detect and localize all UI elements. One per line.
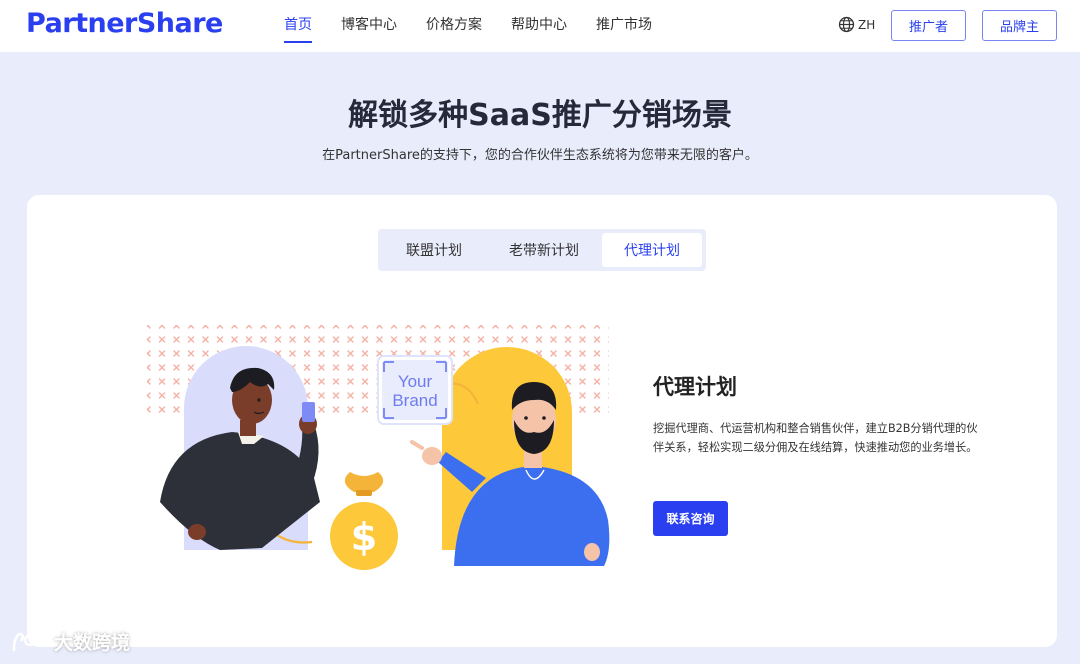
language-label: ZH [858,17,876,32]
brand-owner-button[interactable]: 品牌主 [982,10,1057,41]
page-title: 解锁多种SaaS推广分销场景 [348,98,732,133]
tab-affiliate[interactable]: 联盟计划 [382,233,486,267]
watermark-text: 大数跨境 [54,632,131,654]
nav-home[interactable]: 首页 [284,0,312,52]
phone-icon [302,402,315,422]
agent-plan-illustration: $ Your Brand [147,325,610,570]
nav-pricing[interactable]: 价格方案 [426,0,482,52]
watermark-logo-icon [12,632,49,651]
scenario-card: 联盟计划 老带新计划 代理计划 $ Your Brand 代理计划 挖掘代理商、… [27,195,1057,647]
main-nav: 首页 博客中心 价格方案 帮助中心 推广市场 [284,0,681,52]
plan-title: 代理计划 [653,375,737,399]
dollar-bag-icon: $ [330,472,398,570]
your-brand-card: Your Brand [377,355,453,425]
watermark: 大数跨境 [10,628,130,655]
tab-referral[interactable]: 老带新计划 [486,233,602,267]
plan-description: 挖掘代理商、代运营机构和整合销售伙伴，建立B2B分销代理的伙伴关系，轻松实现二级… [653,422,978,454]
top-navbar: PartnerShare 首页 博客中心 价格方案 帮助中心 推广市场 ZH 推… [0,0,1080,52]
tab-agent[interactable]: 代理计划 [602,233,702,267]
language-switcher[interactable]: ZH [838,16,875,33]
plan-tabs: 联盟计划 老带新计划 代理计划 [378,229,706,271]
page-subtitle: 在PartnerShare的支持下，您的合作伙伴生态系统将为您带来无限的客户。 [322,148,758,163]
svg-text:$: $ [351,515,377,559]
nav-blog[interactable]: 博客中心 [341,0,397,52]
brand-card-line1: Your [398,372,433,391]
promoter-button[interactable]: 推广者 [891,10,966,41]
logo[interactable]: PartnerShare [26,8,223,39]
nav-help[interactable]: 帮助中心 [511,0,567,52]
brand-card-line2: Brand [392,391,437,410]
nav-market[interactable]: 推广市场 [596,0,652,52]
contact-button[interactable]: 联系咨询 [653,501,728,536]
globe-icon [838,16,855,33]
